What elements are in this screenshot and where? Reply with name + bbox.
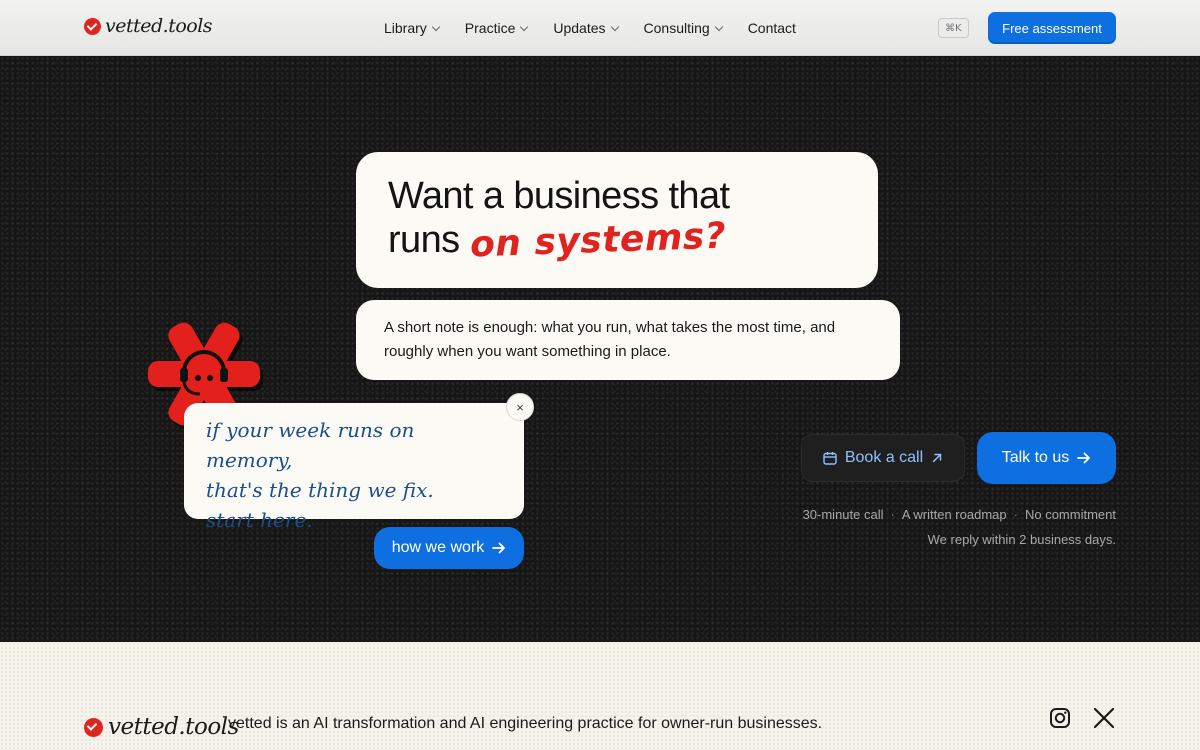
chevron-down-icon <box>714 22 723 31</box>
note-line: that's the thing we fix. <box>206 478 434 502</box>
arrow-right-icon <box>492 542 506 554</box>
arrow-right-icon <box>1077 452 1091 464</box>
footer-brand-logo[interactable]: vetted.tools <box>84 714 239 740</box>
headline-bubble: Want a business that runs on systems? <box>356 152 878 288</box>
talk-to-us-label: Talk to us <box>1001 449 1070 466</box>
meta-item: 30-minute call <box>802 507 884 522</box>
note-line: if your week runs on memory, <box>206 418 415 472</box>
search-shortcut[interactable]: ⌘K <box>938 18 969 38</box>
headline-line-2: runs on systems? <box>388 216 846 266</box>
nav-item-label: Updates <box>553 20 606 36</box>
separator: · <box>890 507 895 522</box>
footer-tagline: vetted is an AI transformation and AI en… <box>228 715 823 732</box>
nav-item-label: Library <box>384 20 427 36</box>
top-navigation: vetted.tools Library Practice Updates Co… <box>0 0 1200 56</box>
book-call-button[interactable]: Book a call <box>801 434 965 482</box>
headline-prefix: runs <box>388 219 460 261</box>
meta-item: No commitment <box>1024 507 1116 522</box>
nav-item-library[interactable]: Library <box>384 20 441 36</box>
calendar-icon <box>823 452 837 465</box>
handwritten-note: if your week runs on memory, that's the … <box>184 403 524 532</box>
external-arrow-icon <box>932 453 942 463</box>
separator: · <box>1013 507 1018 522</box>
reply-note: We reply within 2 business days. <box>927 532 1116 547</box>
book-call-label: Book a call <box>844 449 924 466</box>
close-note-button[interactable]: × <box>506 393 534 421</box>
how-we-work-label: how we work <box>391 539 485 556</box>
hero-section: Want a business that runs on systems? A … <box>0 56 1200 642</box>
nav-item-consulting[interactable]: Consulting <box>643 20 723 36</box>
check-badge-icon <box>84 717 103 737</box>
meta-item: A written roadmap <box>901 507 1007 522</box>
nav-item-contact[interactable]: Contact <box>748 20 796 36</box>
check-badge-icon <box>84 17 101 35</box>
close-icon: × <box>516 399 524 415</box>
how-we-work-button[interactable]: how we work <box>374 527 524 569</box>
footer-brand-name: vetted.tools <box>108 714 239 740</box>
footer: vetted.tools vetted is an AI transformat… <box>0 642 1200 750</box>
call-details-row: 30-minute call · A written roadmap · No comm… <box>803 502 1116 527</box>
x-icon[interactable] <box>1092 706 1116 730</box>
chevron-down-icon <box>520 22 529 31</box>
headline-accent: on systems? <box>468 215 727 266</box>
nav-item-updates[interactable]: Updates <box>553 20 619 36</box>
free-assessment-button[interactable]: Free assessment <box>988 12 1116 44</box>
chevron-down-icon <box>610 22 619 31</box>
talk-to-us-button[interactable]: Talk to us <box>977 432 1116 484</box>
nav-item-label: Practice <box>464 20 516 36</box>
nav-item-label: Contact <box>747 20 796 36</box>
nav-item-practice[interactable]: Practice <box>464 20 529 36</box>
chevron-down-icon <box>431 22 441 31</box>
brand-name: vetted.tools <box>105 15 213 37</box>
brand-logo[interactable]: vetted.tools <box>84 15 213 37</box>
headline-line-1: Want a business that <box>388 175 730 217</box>
instagram-icon[interactable] <box>1048 706 1072 730</box>
note-bubble: A short note is enough: what you run, wh… <box>356 300 900 380</box>
nav-links: Library Practice Updates Consulting Cont… <box>384 0 796 56</box>
nav-item-label: Consulting <box>643 20 710 36</box>
call-details: 30-minute call · A written roadmap · No comm… <box>803 502 1116 552</box>
